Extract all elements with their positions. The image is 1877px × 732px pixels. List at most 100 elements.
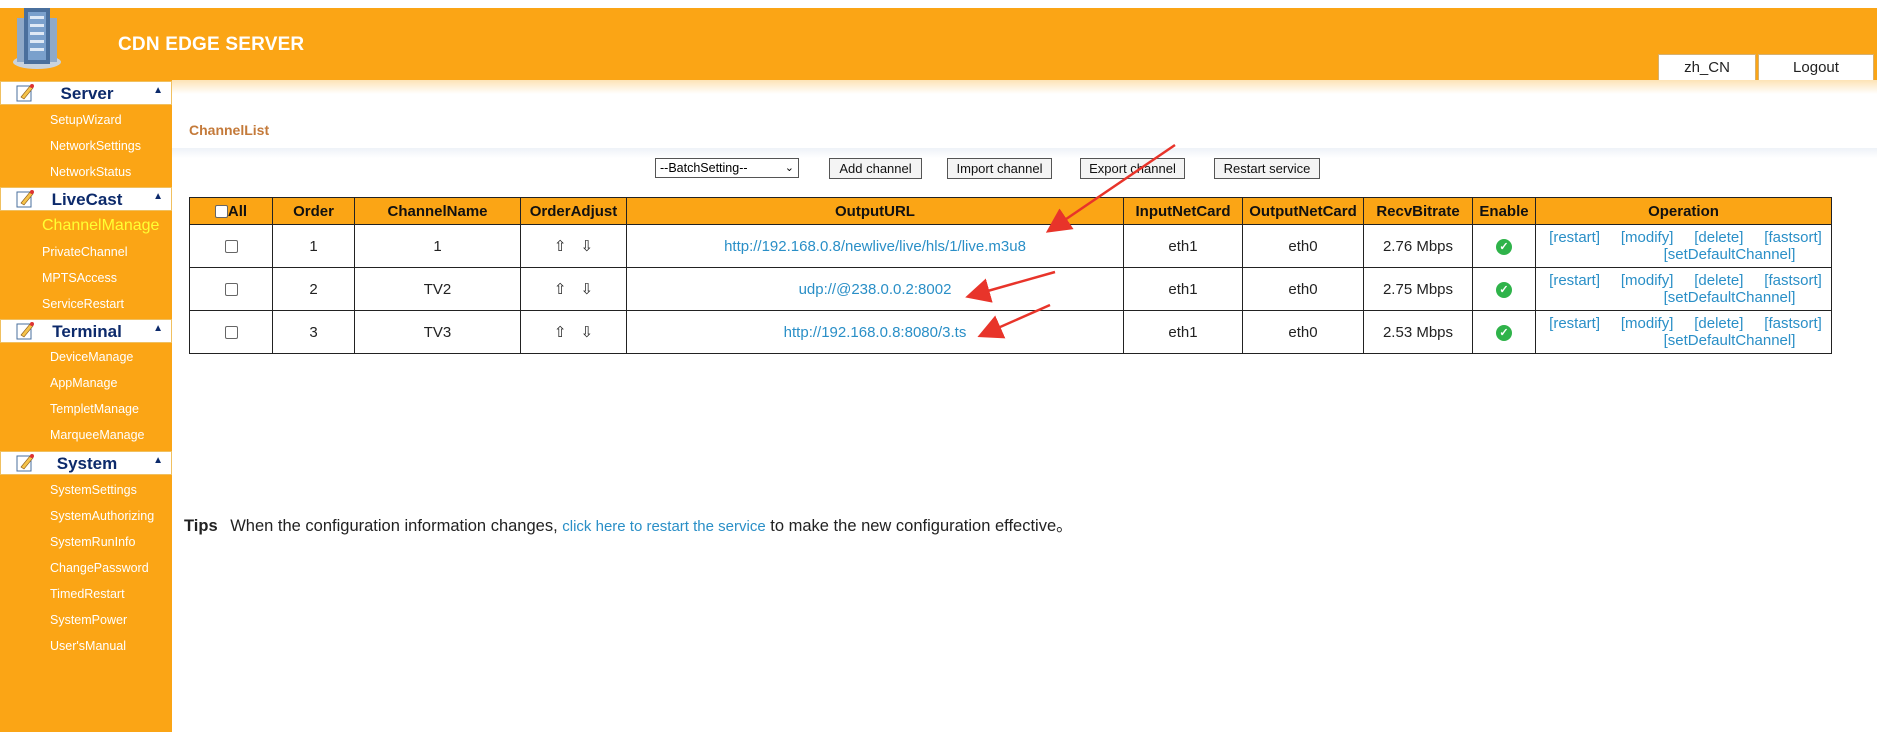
sidebar-item-networksettings[interactable]: NetworkSettings [50, 139, 141, 153]
delete-link[interactable]: [delete] [1694, 272, 1743, 289]
output-netcard-cell: eth0 [1242, 310, 1364, 354]
channel-name-cell: TV2 [354, 267, 521, 311]
channel-table: All Order ChannelName OrderAdjust Output… [189, 197, 1832, 354]
server-logo-icon [13, 8, 61, 69]
output-url-cell: http://192.168.0.8:8080/3.ts [626, 310, 1124, 354]
output-url-link[interactable]: http://192.168.0.8/newlive/live/hls/1/li… [724, 238, 1026, 255]
collapse-arrow-icon[interactable]: ▲ [153, 323, 163, 334]
arrow-down-icon[interactable]: ⇩ [581, 237, 594, 255]
sidebar-item-networkstatus[interactable]: NetworkStatus [50, 165, 131, 179]
header-all-label: All [227, 202, 248, 220]
restart-service-button[interactable]: Restart service [1214, 158, 1320, 179]
row-checkbox[interactable] [224, 240, 238, 254]
sidebar-item-systemsettings[interactable]: SystemSettings [50, 483, 137, 497]
arrow-up-icon[interactable]: ⇧ [554, 323, 567, 341]
modify-link[interactable]: [modify] [1621, 272, 1674, 289]
sidebar-item-channelmanage[interactable]: ChannelManage [42, 217, 159, 235]
sidebar: Server ▲ SetupWizard NetworkSettings Net… [0, 80, 172, 732]
table-row: 1 1 ⇧ ⇩ http://192.168.0.8/newlive/live/h… [189, 224, 1832, 268]
sidebar-item-appmanage[interactable]: AppManage [50, 376, 117, 390]
import-channel-button[interactable]: Import channel [947, 158, 1052, 179]
sidebar-item-devicemanage[interactable]: DeviceManage [50, 350, 133, 364]
add-channel-button[interactable]: Add channel [829, 158, 922, 179]
set-default-channel-link[interactable]: [setDefaultChannel] [1576, 289, 1796, 306]
sidebar-item-privatechannel[interactable]: PrivateChannel [42, 245, 127, 259]
table-row: 3 TV3 ⇧ ⇩ http://192.168.0.8:8080/3.ts et… [189, 310, 1832, 354]
channel-name-cell: TV3 [354, 310, 521, 354]
arrow-down-icon[interactable]: ⇩ [581, 323, 594, 341]
sidebar-item-templetmanage[interactable]: TempletManage [50, 402, 139, 416]
sidebar-item-marqueemanage[interactable]: MarqueeManage [50, 428, 145, 442]
row-checkbox[interactable] [224, 283, 238, 297]
collapse-arrow-icon[interactable]: ▲ [153, 191, 163, 202]
sidebar-item-usersmanual[interactable]: User'sManual [50, 639, 126, 653]
sidebar-item-timedrestart[interactable]: TimedRestart [50, 587, 125, 601]
modify-link[interactable]: [modify] [1621, 315, 1674, 332]
header-channel-name: ChannelName [354, 197, 521, 225]
table-header-row: All Order ChannelName OrderAdjust Output… [189, 197, 1832, 225]
tips-text-before: When the configuration information chang… [230, 517, 558, 535]
fastsort-link[interactable]: [fastsort] [1764, 272, 1822, 289]
collapse-arrow-icon[interactable]: ▲ [153, 85, 163, 96]
select-all-checkbox[interactable] [214, 205, 228, 219]
output-url-link[interactable]: udp://@238.0.0.2:8002 [799, 281, 952, 298]
arrow-down-icon[interactable]: ⇩ [581, 280, 594, 298]
order-adjust-cell: ⇧ ⇩ [520, 224, 627, 268]
fastsort-link[interactable]: [fastsort] [1764, 315, 1822, 332]
page-title: ChannelList [189, 122, 270, 138]
arrow-up-icon[interactable]: ⇧ [554, 280, 567, 298]
check-circle-icon[interactable]: ✓ [1496, 325, 1512, 341]
sidebar-item-mptsaccess[interactable]: MPTSAccess [42, 271, 117, 285]
sidebar-item-systemruninfo[interactable]: SystemRunInfo [50, 535, 135, 549]
recv-bitrate-cell: 2.53 Mbps [1363, 310, 1473, 354]
sidebar-item-systempower[interactable]: SystemPower [50, 613, 127, 627]
logout-button[interactable]: Logout [1758, 54, 1874, 80]
sidebar-section-title: LiveCast [51, 190, 123, 209]
sidebar-item-setupwizard[interactable]: SetupWizard [50, 113, 122, 127]
modify-link[interactable]: [modify] [1621, 229, 1674, 246]
header-all[interactable]: All [189, 197, 273, 225]
channel-name-cell: 1 [354, 224, 521, 268]
fastsort-link[interactable]: [fastsort] [1764, 229, 1822, 246]
set-default-channel-link[interactable]: [setDefaultChannel] [1576, 246, 1796, 263]
check-circle-icon[interactable]: ✓ [1496, 239, 1512, 255]
set-default-channel-link[interactable]: [setDefaultChannel] [1576, 332, 1796, 349]
sidebar-item-servicerestart[interactable]: ServiceRestart [42, 297, 124, 311]
row-select-cell [189, 224, 273, 268]
output-netcard-cell: eth0 [1242, 224, 1364, 268]
restart-service-link[interactable]: click here to restart the service [562, 518, 765, 535]
batch-setting-value: --BatchSetting-- [660, 161, 748, 175]
check-circle-icon[interactable]: ✓ [1496, 282, 1512, 298]
arrow-up-icon[interactable]: ⇧ [554, 237, 567, 255]
row-select-cell [189, 267, 273, 311]
sidebar-section-terminal[interactable]: Terminal ▲ [0, 319, 172, 343]
batch-setting-select[interactable]: --BatchSetting-- ⌄ [655, 158, 799, 178]
tips-line: Tips When the configuration information … [184, 512, 1073, 536]
delete-link[interactable]: [delete] [1694, 315, 1743, 332]
delete-link[interactable]: [delete] [1694, 229, 1743, 246]
operation-cell: [restart] [modify] [delete] [fastsort] [… [1535, 267, 1832, 311]
sidebar-item-changepassword[interactable]: ChangePassword [50, 561, 149, 575]
header-recv-bitrate: RecvBitrate [1363, 197, 1473, 225]
chevron-down-icon: ⌄ [784, 162, 794, 174]
restart-link[interactable]: [restart] [1549, 272, 1600, 289]
header-bar: CDN EDGE SERVER zh_CN Logout [0, 0, 1877, 80]
header-enable: Enable [1472, 197, 1536, 225]
restart-link[interactable]: [restart] [1549, 315, 1600, 332]
row-checkbox[interactable] [224, 326, 238, 340]
output-url-link[interactable]: http://192.168.0.8:8080/3.ts [784, 324, 967, 341]
enable-cell: ✓ [1472, 224, 1536, 268]
order-cell: 1 [272, 224, 355, 268]
collapse-arrow-icon[interactable]: ▲ [153, 455, 163, 466]
sidebar-item-systemauthorizing[interactable]: SystemAuthorizing [50, 509, 154, 523]
sidebar-section-livecast[interactable]: LiveCast ▲ [0, 187, 172, 211]
sidebar-section-server[interactable]: Server ▲ [0, 81, 172, 105]
enable-cell: ✓ [1472, 310, 1536, 354]
header-operation: Operation [1535, 197, 1832, 225]
header-order: Order [272, 197, 355, 225]
toolbar: --BatchSetting-- ⌄ Add channel Import ch… [172, 158, 1877, 182]
sidebar-section-system[interactable]: System ▲ [0, 451, 172, 475]
language-button[interactable]: zh_CN [1658, 54, 1756, 80]
export-channel-button[interactable]: Export channel [1080, 158, 1185, 179]
restart-link[interactable]: [restart] [1549, 229, 1600, 246]
